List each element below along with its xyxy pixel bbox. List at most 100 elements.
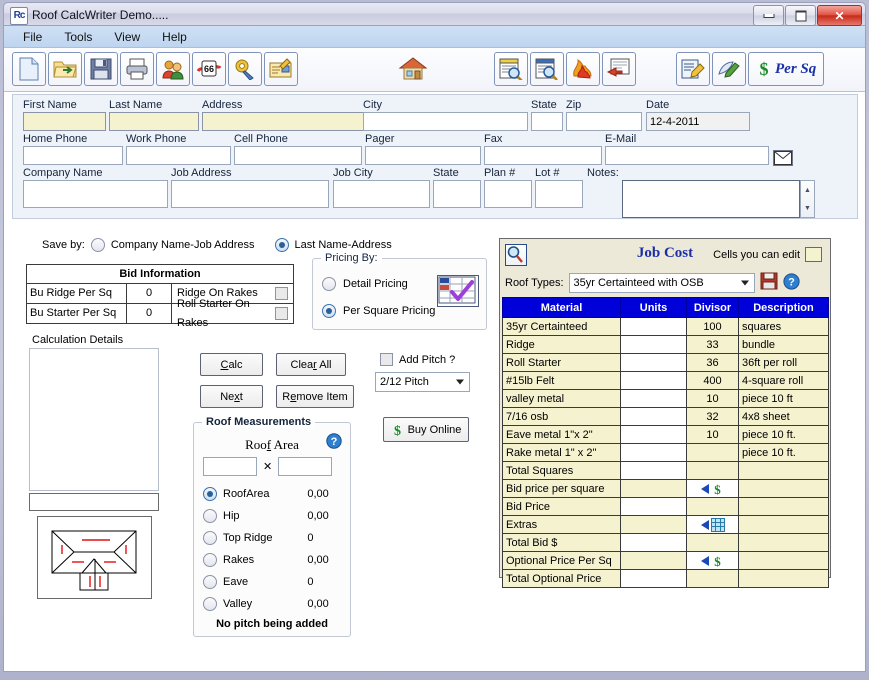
measurement-row-valley[interactable]: Valley 0,00 [203, 593, 343, 615]
close-button[interactable]: ✕ [817, 5, 862, 26]
job-city-input[interactable] [333, 180, 430, 208]
maximize-button[interactable] [785, 5, 816, 26]
cell-units[interactable] [620, 389, 687, 408]
cell-units[interactable] [620, 353, 687, 372]
cell-units[interactable] [620, 371, 687, 390]
per-sq-button[interactable]: $ Per Sq [748, 52, 825, 86]
pricing-grid-button[interactable] [437, 275, 479, 307]
add-pitch-checkbox[interactable] [380, 353, 393, 366]
cell-units[interactable] [620, 515, 687, 534]
job-address-input[interactable] [171, 180, 329, 208]
zip-input[interactable] [566, 112, 642, 131]
roofarea-radio[interactable] [203, 487, 217, 501]
last-name-input[interactable] [109, 112, 199, 131]
measurement-row-rakes[interactable]: Rakes 0,00 [203, 549, 343, 571]
cell-divisor[interactable]: 10 [686, 389, 739, 408]
edit-form-button[interactable] [676, 52, 710, 86]
bu-starter-value[interactable]: 0 [127, 304, 172, 323]
roof-area-dim1-input[interactable] [203, 457, 257, 476]
calculation-details-box[interactable] [29, 348, 159, 491]
ridge-on-rakes-checkbox[interactable] [275, 287, 288, 300]
state-input[interactable] [531, 112, 563, 131]
export-button[interactable] [602, 52, 636, 86]
email-send-button[interactable] [773, 150, 793, 166]
settings-button[interactable] [228, 52, 262, 86]
roof-types-select[interactable]: 35yr Certainteed with OSB [568, 272, 755, 293]
cell-divisor[interactable] [686, 443, 739, 462]
eave-radio[interactable] [203, 575, 217, 589]
house-button[interactable] [393, 52, 433, 86]
cell-divisor[interactable]: 33 [686, 335, 739, 354]
measurement-row-top-ridge[interactable]: Top Ridge 0 [203, 527, 343, 549]
cell-divisor-icon[interactable] [686, 515, 739, 534]
fax-input[interactable] [484, 146, 602, 165]
cell-units[interactable] [620, 569, 687, 588]
cell-divisor-icon[interactable]: $ [686, 551, 739, 570]
work-phone-input[interactable] [126, 146, 231, 165]
cell-divisor[interactable]: 400 [686, 371, 739, 390]
menu-file[interactable]: File [12, 28, 53, 46]
roof-area-dim2-input[interactable] [278, 457, 333, 476]
detail-pricing-radio[interactable] [322, 277, 336, 291]
cell-units[interactable] [620, 461, 687, 480]
next-button[interactable]: Next [200, 385, 263, 408]
notes-textarea[interactable] [622, 180, 800, 218]
measurement-row-roofarea[interactable]: RoofArea 0,00 [203, 483, 343, 505]
open-folder-button[interactable] [48, 52, 82, 86]
menu-help[interactable]: Help [151, 28, 198, 46]
new-document-button[interactable] [12, 52, 46, 86]
cell-units[interactable] [620, 407, 687, 426]
cell-divisor[interactable] [686, 497, 739, 516]
menu-view[interactable]: View [103, 28, 151, 46]
top-ridge-radio[interactable] [203, 531, 217, 545]
rakes-radio[interactable] [203, 553, 217, 567]
notes-edit-button[interactable] [264, 52, 298, 86]
buy-online-button[interactable]: $ Buy Online [383, 417, 469, 442]
cell-units[interactable] [620, 497, 687, 516]
clear-all-button[interactable]: Clear All [276, 353, 346, 376]
cell-divisor[interactable]: 32 [686, 407, 739, 426]
calc-button[interactable]: Calc [200, 353, 263, 376]
first-name-input[interactable] [23, 112, 106, 131]
notes-scrollbar[interactable]: ▲ ▼ [800, 180, 815, 218]
cell-units[interactable] [620, 335, 687, 354]
per-square-pricing-option[interactable]: Per Square Pricing [322, 304, 435, 318]
route66-button[interactable]: 66 [192, 52, 226, 86]
per-square-pricing-radio[interactable] [322, 304, 336, 318]
cell-units[interactable] [620, 551, 687, 570]
measurement-row-hip[interactable]: Hip 0,00 [203, 505, 343, 527]
roof-types-help-button[interactable]: ? [782, 272, 800, 293]
company-name-input[interactable] [23, 180, 168, 208]
cell-divisor[interactable]: 10 [686, 425, 739, 444]
roof-measurements-help-button[interactable]: ? [326, 433, 342, 452]
address-input[interactable] [202, 112, 370, 131]
cell-units[interactable] [620, 317, 687, 336]
cell-divisor-icon[interactable]: $ [686, 479, 739, 498]
remove-item-button[interactable]: Remove Item [276, 385, 354, 408]
print-button[interactable] [120, 52, 154, 86]
pitch-select[interactable]: 2/12 Pitch [375, 372, 470, 392]
cell-units[interactable] [620, 443, 687, 462]
roll-starter-on-rakes-checkbox[interactable] [275, 307, 288, 320]
cell-units[interactable] [620, 533, 687, 552]
detail-pricing-option[interactable]: Detail Pricing [322, 277, 408, 291]
report-preview-button[interactable] [494, 52, 528, 86]
measurement-row-eave[interactable]: Eave 0 [203, 571, 343, 593]
cell-divisor[interactable] [686, 461, 739, 480]
cell-divisor[interactable] [686, 569, 739, 588]
scroll-down-icon[interactable]: ▼ [801, 199, 814, 217]
home-phone-input[interactable] [23, 146, 123, 165]
cell-divisor[interactable]: 36 [686, 353, 739, 372]
roof-types-save-button[interactable] [760, 272, 778, 293]
job-state-input[interactable] [433, 180, 481, 208]
save-by-company-radio[interactable] [90, 238, 105, 252]
cell-units[interactable] [620, 425, 687, 444]
cell-units[interactable] [620, 479, 687, 498]
minimize-button[interactable] [753, 5, 784, 26]
cell-divisor[interactable] [686, 533, 739, 552]
scroll-up-icon[interactable]: ▲ [801, 181, 814, 199]
cell-phone-input[interactable] [234, 146, 362, 165]
report-search-button[interactable] [530, 52, 564, 86]
save-button[interactable] [84, 52, 118, 86]
hip-radio[interactable] [203, 509, 217, 523]
